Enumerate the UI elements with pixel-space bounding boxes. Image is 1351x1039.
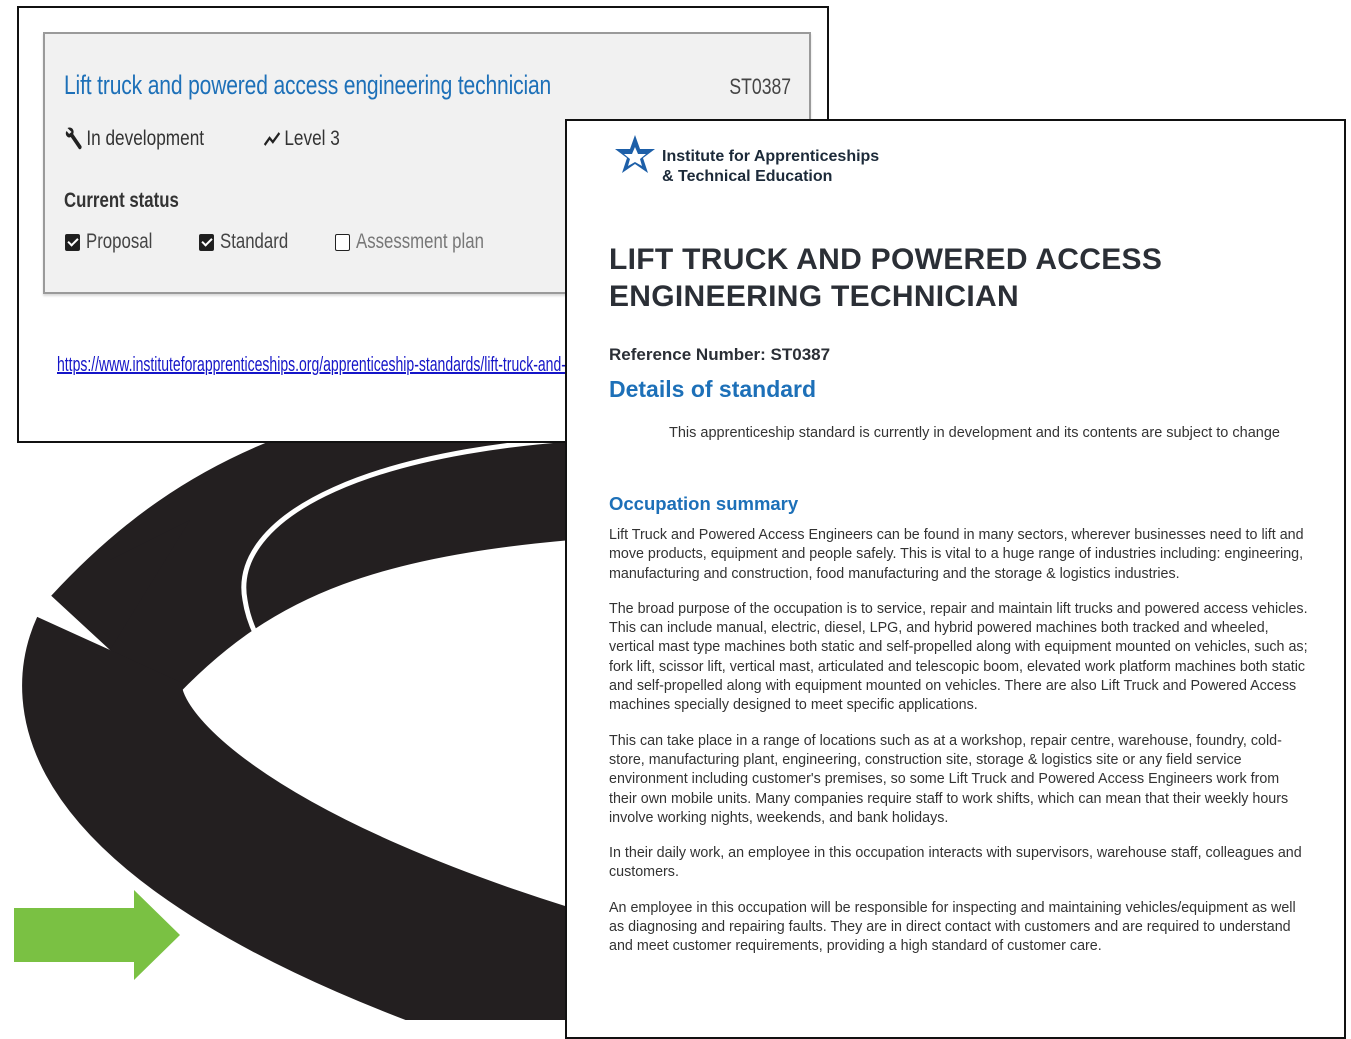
current-status-heading: Current status: [64, 189, 179, 212]
status-text: In development: [86, 127, 205, 150]
trend-icon: [263, 132, 280, 146]
status-item: In development: [65, 126, 204, 152]
wrench-icon: [65, 127, 82, 150]
title-line-2: ENGINEERING TECHNICIAN: [609, 280, 1019, 313]
summary-paragraph: The broad purpose of the occupation is t…: [609, 600, 1308, 714]
summary-paragraph: This can take place in a range of locati…: [609, 732, 1289, 826]
arrow-icon: [14, 890, 180, 980]
level-item: Level 3: [263, 127, 340, 151]
summary-paragraph: Lift Truck and Powered Access Engineers …: [609, 527, 1304, 582]
occupation-heading: Occupation summary: [609, 493, 799, 514]
status-checklist: Proposal Standard Assessment plan: [65, 230, 516, 254]
level-text: Level 3: [283, 127, 340, 150]
checkbox-icon: [198, 233, 214, 251]
check-label: Standard: [219, 230, 289, 253]
reference-number: Reference Number: ST0387: [609, 345, 831, 364]
check-label: Proposal: [86, 230, 153, 253]
standard-url-link[interactable]: https://www.instituteforapprenticeships.…: [57, 354, 581, 377]
star-logo-icon: [615, 135, 655, 173]
development-notice: This apprenticeship standard is currentl…: [669, 425, 1280, 441]
check-assessment-plan: Assessment plan: [335, 230, 516, 254]
document-title: LIFT TRUCK AND POWERED ACCESS ENGINEERIN…: [609, 241, 1309, 315]
occupation-summary: Lift Truck and Powered Access Engineers …: [609, 526, 1309, 973]
details-heading: Details of standard: [609, 376, 817, 402]
summary-paragraph: In their daily work, an employee in this…: [609, 845, 1302, 881]
summary-paragraph: An employee in this occupation will be r…: [609, 899, 1296, 955]
title-line-1: LIFT TRUCK AND POWERED ACCESS: [609, 243, 1163, 276]
meta-row: In development Level 3: [65, 126, 356, 152]
check-label: Assessment plan: [356, 230, 485, 253]
standard-code: ST0387: [729, 74, 791, 99]
check-proposal: Proposal: [65, 230, 169, 254]
standard-title-link[interactable]: Lift truck and powered access engineerin…: [64, 70, 551, 101]
checkbox-icon: [65, 233, 80, 251]
checkbox-icon: [335, 233, 351, 251]
standard-document: Institute for Apprenticeships & Technica…: [565, 119, 1346, 1039]
org-line-1: Institute for Apprenticeships: [662, 148, 880, 165]
org-line-2: & Technical Education: [662, 168, 833, 185]
check-standard: Standard: [198, 230, 305, 254]
org-name: Institute for Apprenticeships & Technica…: [662, 147, 879, 187]
